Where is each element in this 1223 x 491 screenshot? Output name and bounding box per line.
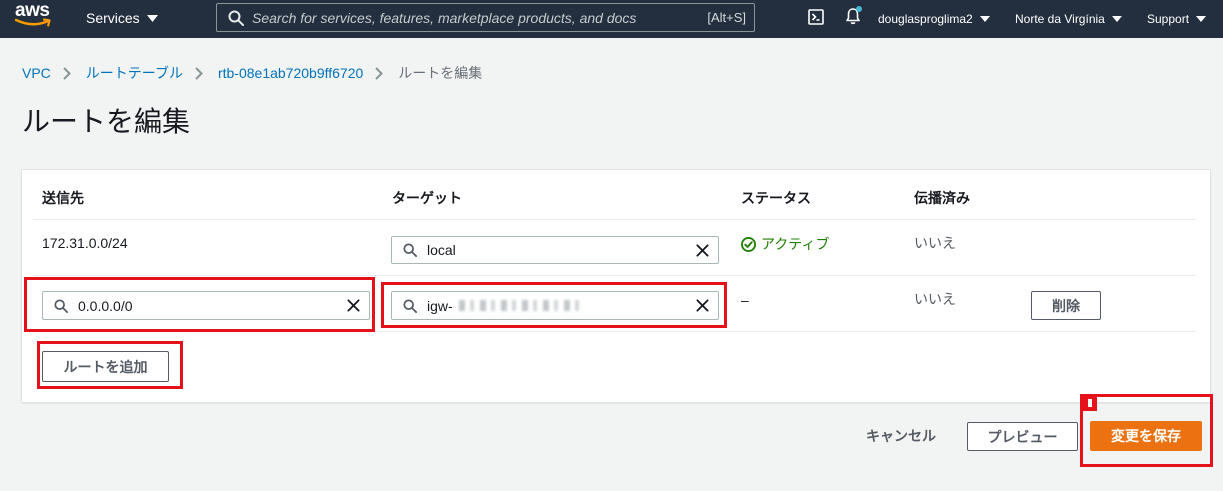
routes-panel: 送信先 ターゲット ステータス 伝播済み 172.31.0.0/24 アクティブ… bbox=[21, 169, 1211, 403]
cancel-button[interactable]: キャンセル bbox=[866, 427, 936, 445]
global-search-input[interactable] bbox=[252, 4, 692, 31]
redacted-text-overlay bbox=[459, 300, 583, 311]
add-route-button[interactable]: ルートを追加 bbox=[42, 351, 169, 382]
services-label: Services bbox=[86, 10, 140, 26]
support-menu-button[interactable]: Support bbox=[1147, 10, 1207, 28]
breadcrumb-route-table-id[interactable]: rtb-08e1ab720b9ff6720 bbox=[218, 64, 363, 82]
services-menu-button[interactable]: Services bbox=[86, 9, 158, 27]
row-divider bbox=[33, 331, 1196, 332]
search-shortcut-hint: [Alt+S] bbox=[707, 10, 746, 25]
caret-down-icon bbox=[146, 14, 158, 22]
chevron-right-icon bbox=[63, 66, 71, 80]
route-1-target-input[interactable] bbox=[427, 237, 684, 263]
search-icon bbox=[228, 10, 244, 26]
search-icon bbox=[54, 298, 68, 313]
notifications-button[interactable] bbox=[845, 6, 862, 25]
region-menu-button[interactable]: Norte da Virgínia bbox=[1015, 10, 1122, 28]
aws-smile-icon bbox=[14, 18, 51, 27]
close-icon bbox=[695, 299, 709, 312]
header-status: ステータス bbox=[741, 190, 811, 206]
route-2-destination-field[interactable] bbox=[42, 291, 370, 320]
region-label: Norte da Virgínia bbox=[1015, 12, 1105, 26]
annotation-marker-icon bbox=[1083, 397, 1097, 411]
remove-route-button[interactable]: 削除 bbox=[1031, 291, 1101, 320]
save-changes-button[interactable]: 変更を保存 bbox=[1090, 421, 1202, 451]
clear-target-button[interactable] bbox=[695, 243, 709, 257]
route-2-propagated: いいえ bbox=[914, 291, 956, 307]
caret-down-icon bbox=[1196, 16, 1207, 22]
clear-destination-button[interactable] bbox=[346, 299, 360, 313]
route-1-propagated: いいえ bbox=[914, 235, 956, 251]
close-icon bbox=[346, 299, 360, 312]
header-target: ターゲット bbox=[392, 190, 462, 206]
route-2-destination-input[interactable] bbox=[78, 292, 335, 319]
check-circle-icon bbox=[741, 236, 756, 252]
chevron-right-icon bbox=[195, 66, 203, 80]
row-divider bbox=[33, 275, 1196, 276]
caret-down-icon bbox=[979, 16, 990, 22]
route-2-status: – bbox=[741, 292, 749, 308]
top-navigation-bar: aws Services [Alt+S] douglasproglim bbox=[0, 0, 1223, 38]
search-icon bbox=[403, 298, 417, 313]
cloudshell-button[interactable] bbox=[808, 9, 824, 25]
search-icon bbox=[403, 243, 417, 257]
notification-dot bbox=[856, 6, 862, 12]
close-icon bbox=[695, 243, 709, 257]
breadcrumb-vpc[interactable]: VPC bbox=[22, 64, 51, 82]
row-divider bbox=[33, 219, 1196, 220]
header-propagated: 伝播済み bbox=[914, 190, 970, 206]
clear-target-button[interactable] bbox=[695, 299, 709, 313]
account-label: douglasproglima2 bbox=[878, 12, 973, 26]
route-1-status: アクティブ bbox=[741, 235, 829, 253]
route-1-target-field[interactable] bbox=[391, 236, 719, 264]
route-1-destination: 172.31.0.0/24 bbox=[42, 235, 128, 251]
breadcrumb: VPC ルートテーブル rtb-08e1ab720b9ff6720 ルートを編集 bbox=[22, 64, 482, 82]
route-2-target-field[interactable] bbox=[391, 291, 719, 320]
preview-button[interactable]: プレビュー bbox=[967, 422, 1078, 451]
caret-down-icon bbox=[1111, 16, 1122, 22]
support-label: Support bbox=[1147, 12, 1190, 26]
breadcrumb-current: ルートを編集 bbox=[398, 65, 483, 81]
breadcrumb-route-tables[interactable]: ルートテーブル bbox=[86, 64, 183, 82]
header-destination: 送信先 bbox=[42, 190, 84, 206]
page-title: ルートを編集 bbox=[22, 106, 191, 137]
chevron-right-icon bbox=[375, 66, 384, 80]
cloudshell-icon bbox=[808, 9, 824, 25]
global-search-box[interactable]: [Alt+S] bbox=[216, 3, 755, 32]
status-text: アクティブ bbox=[761, 236, 830, 252]
aws-logo[interactable]: aws bbox=[13, 1, 55, 31]
account-menu-button[interactable]: douglasproglima2 bbox=[878, 10, 990, 28]
